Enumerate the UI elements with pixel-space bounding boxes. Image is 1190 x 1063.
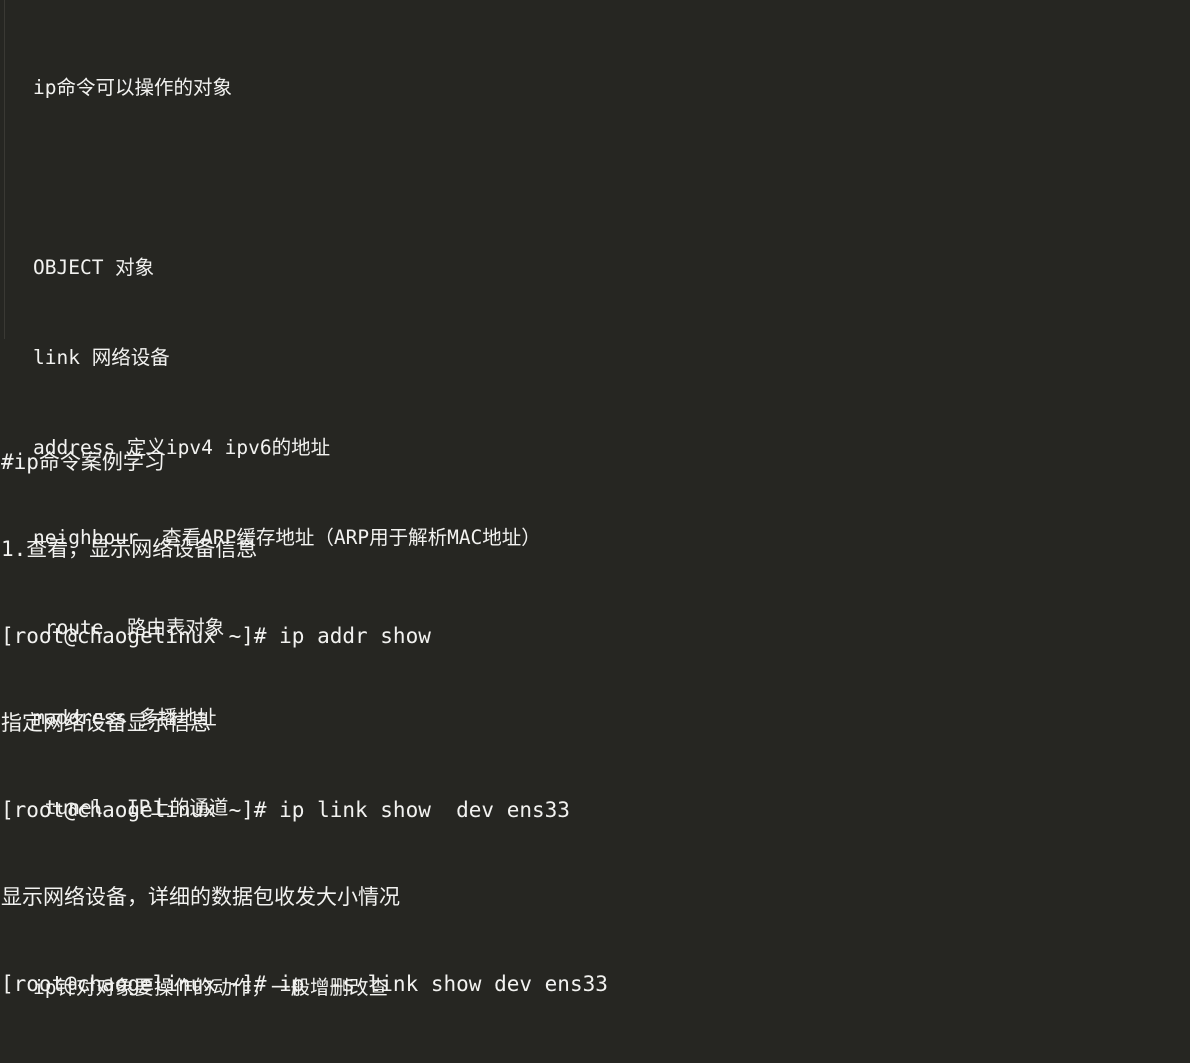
- note-heading: ip命令可以操作的对象: [33, 76, 232, 99]
- command-line-2[interactable]: [root@chaogelinux ~]# ip link show dev e…: [0, 796, 1190, 825]
- section-title: #ip命令案例学习: [1, 450, 165, 474]
- terminal-block: #ip命令案例学习 1.查看，显示网络设备信息 [root@chaogelinu…: [0, 390, 1190, 1057]
- command-line-1[interactable]: [root@chaogelinux ~]# ip addr show: [0, 622, 1190, 651]
- object-row-object: OBJECT 对象: [33, 256, 155, 279]
- comment-line-2: 指定网络设备显示信息: [1, 711, 211, 735]
- comment-line-1: 1.查看，显示网络设备信息: [1, 537, 258, 561]
- command-line-3[interactable]: [root@chaogelinux ~]# ip -s link show de…: [0, 970, 1190, 999]
- note-spacer-1: [0, 163, 1190, 193]
- terminal-screen: ip命令可以操作的对象 OBJECT 对象 link 网络设备 address …: [0, 0, 1190, 999]
- object-row-link: link 网络设备: [33, 346, 170, 369]
- comment-line-3: 显示网络设备，详细的数据包收发大小情况: [1, 885, 400, 909]
